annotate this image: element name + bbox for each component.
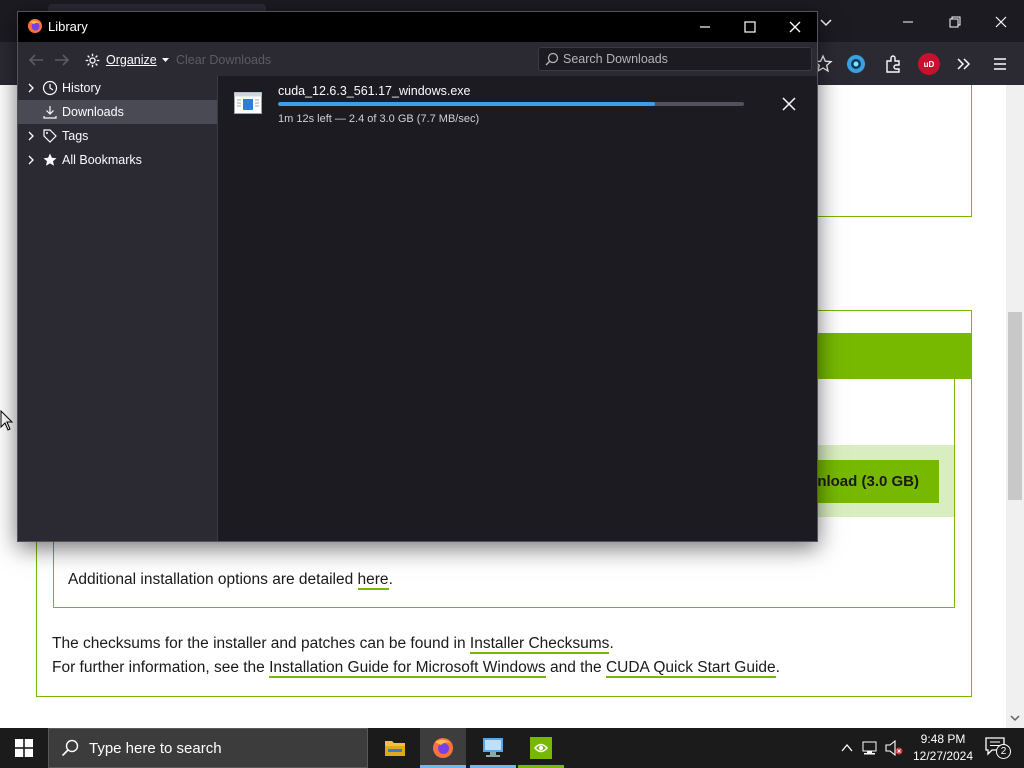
taskbar-search[interactable]: Type here to search <box>48 728 368 768</box>
downloads-list: cuda_12.6.3_561.17_windows.exe 1m 12s le… <box>219 76 817 541</box>
taskbar-search-placeholder: Type here to search <box>89 740 222 757</box>
maximize-icon[interactable] <box>741 18 759 36</box>
ublock-icon[interactable]: uD <box>918 53 940 75</box>
sidebar-item-history[interactable]: History <box>18 76 217 100</box>
download-item[interactable]: cuda_12.6.3_561.17_windows.exe 1m 12s le… <box>219 76 817 132</box>
dropdown-arrow-icon <box>161 57 169 62</box>
firefox-icon <box>433 738 453 758</box>
overflow-chevrons-icon[interactable] <box>953 53 975 75</box>
menu-icon[interactable] <box>989 53 1011 75</box>
minimize-icon[interactable] <box>896 10 920 34</box>
clear-downloads-button[interactable]: Clear Downloads <box>176 53 271 67</box>
search-icon <box>61 739 79 757</box>
download-filename: cuda_12.6.3_561.17_windows.exe <box>278 84 471 98</box>
firefox-icon <box>28 19 42 33</box>
chevron-down-icon[interactable] <box>816 12 836 32</box>
clock-time: 9:48 PM <box>920 732 966 746</box>
scrollbar-thumb[interactable] <box>1008 312 1022 500</box>
download-status: 1m 12s left — 2.4 of 3.0 GB (7.7 MB/sec) <box>278 113 480 125</box>
minimize-icon[interactable] <box>696 18 714 36</box>
further-info-text: For further information, see the Install… <box>52 659 780 678</box>
start-button[interactable] <box>0 728 48 768</box>
close-icon[interactable] <box>786 18 804 36</box>
library-titlebar[interactable]: Library <box>18 12 817 42</box>
library-toolbar: Organize Clear Downloads <box>18 42 817 76</box>
clock-icon <box>42 80 58 96</box>
sidebar-item-tags[interactable]: Tags <box>18 124 217 148</box>
volume-muted-icon[interactable] <box>884 739 904 757</box>
notification-center[interactable]: 2 <box>984 736 1011 760</box>
network-icon[interactable] <box>862 740 880 756</box>
chevron-right-icon[interactable] <box>26 131 36 141</box>
chevron-right-icon[interactable] <box>26 83 36 93</box>
search-downloads-input[interactable] <box>563 48 803 70</box>
extensions-icon[interactable] <box>882 53 904 75</box>
library-sidebar: History Downloads Tags All Bookmarks <box>18 76 218 541</box>
library-title: Library <box>48 19 88 34</box>
tag-icon <box>43 129 57 143</box>
gear-icon <box>85 53 100 67</box>
taskbar-remote-desktop[interactable] <box>470 728 516 768</box>
close-icon[interactable] <box>989 10 1013 34</box>
scroll-down-icon[interactable] <box>1009 712 1021 724</box>
exe-file-icon <box>234 92 262 114</box>
back-arrow-icon[interactable] <box>27 53 45 67</box>
search-box[interactable] <box>538 47 812 71</box>
star-icon <box>43 153 57 166</box>
notification-count: 2 <box>996 744 1011 759</box>
library-window: Library Organize Clear Downloads History… <box>17 11 818 542</box>
system-tray: 9:48 PM 12/27/2024 2 <box>836 728 1024 768</box>
sidebar-item-label: History <box>62 81 101 95</box>
cancel-download-icon[interactable] <box>780 95 798 113</box>
sidebar-item-label: Downloads <box>62 105 124 119</box>
chevron-right-icon[interactable] <box>26 155 36 165</box>
extension-badge: uD <box>923 59 935 69</box>
organize-label: Organize <box>106 53 157 67</box>
taskbar-nvidia[interactable] <box>518 728 564 768</box>
sidebar-item-downloads[interactable]: Downloads <box>18 100 217 124</box>
checksums-text: The checksums for the installer and patc… <box>52 635 614 654</box>
install-options-text: Additional installation options are deta… <box>68 571 393 590</box>
account-icon[interactable] <box>845 53 867 75</box>
nvidia-icon <box>530 737 552 759</box>
quick-start-guide-link[interactable]: CUDA Quick Start Guide <box>605 659 776 678</box>
sidebar-item-label: Tags <box>62 129 89 143</box>
restore-icon[interactable] <box>943 10 967 34</box>
mouse-cursor-icon <box>0 410 14 431</box>
taskbar-file-explorer[interactable] <box>372 728 418 768</box>
remote-desktop-icon <box>483 738 503 757</box>
taskbar-firefox[interactable] <box>420 728 466 768</box>
installer-checksums-link[interactable]: Installer Checksums <box>469 635 610 654</box>
download-progress-fill <box>278 102 656 106</box>
download-icon <box>43 106 57 119</box>
installation-guide-link[interactable]: Installation Guide for Microsoft Windows <box>269 659 546 678</box>
taskbar: Type here to search 9:48 PM 12/27/2024 2 <box>0 728 1024 768</box>
folder-icon <box>385 741 405 756</box>
clock-date: 12/27/2024 <box>912 749 974 763</box>
download-progress-bar <box>278 102 744 106</box>
clock[interactable]: 9:48 PM 12/27/2024 <box>910 731 976 765</box>
sidebar-item-all-bookmarks[interactable]: All Bookmarks <box>18 148 217 172</box>
forward-arrow-icon[interactable] <box>53 53 71 67</box>
here-link[interactable]: here <box>357 571 389 590</box>
search-icon <box>545 52 559 66</box>
windows-logo-icon <box>15 739 33 757</box>
organize-button[interactable]: Organize <box>84 49 169 71</box>
sidebar-item-label: All Bookmarks <box>62 153 142 167</box>
chevron-up-icon[interactable] <box>840 742 854 754</box>
